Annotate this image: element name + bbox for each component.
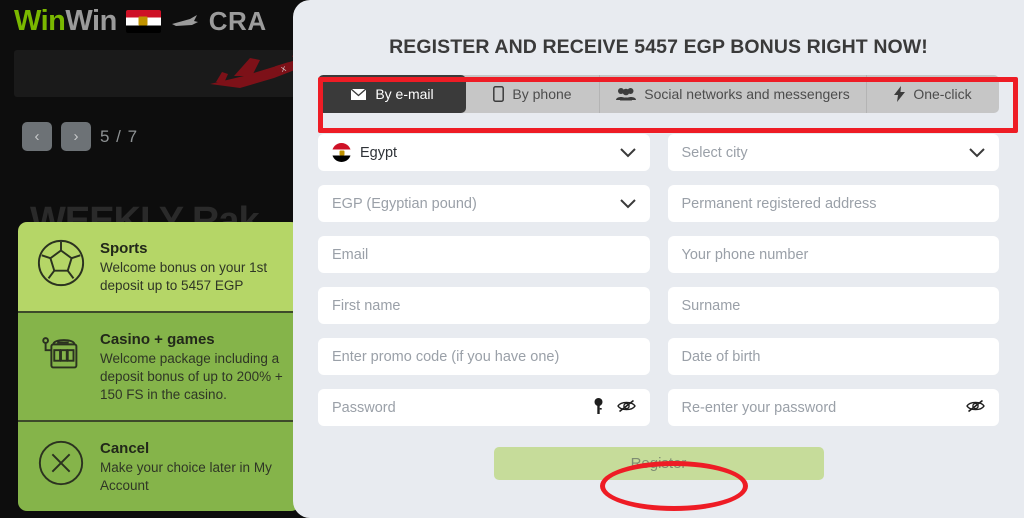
egypt-flag-circle-icon	[332, 143, 351, 162]
tab-list: By e-mail By phone Social networks and m…	[318, 75, 999, 113]
eye-slash-icon[interactable]	[616, 399, 636, 417]
city-placeholder: Select city	[681, 144, 748, 161]
mobile-phone-icon	[493, 86, 505, 102]
country-select[interactable]: Egypt	[318, 134, 650, 171]
password-input[interactable]: Password	[318, 389, 650, 426]
tab-one-click[interactable]: One-click	[867, 75, 999, 113]
lightning-bolt-icon	[894, 86, 906, 102]
password-repeat-placeholder: Re-enter your password	[681, 399, 837, 416]
address-input[interactable]: Permanent registered address	[667, 185, 999, 222]
phone-input[interactable]: Your phone number	[667, 236, 999, 273]
date-of-birth-input[interactable]: Date of birth	[667, 338, 999, 375]
egypt-flag-icon	[125, 9, 161, 33]
tab-label: Social networks and messengers	[644, 86, 850, 102]
tab-by-email[interactable]: By e-mail	[318, 75, 466, 113]
email-placeholder: Email	[332, 246, 369, 263]
bonus-card-title: Cancel	[100, 439, 150, 457]
surname-input[interactable]: Surname	[667, 287, 999, 324]
eagle-emblem-icon	[138, 16, 148, 26]
carousel-pager: ‹ › 5 / 7	[22, 122, 138, 151]
bonus-card-desc: Welcome package including a deposit bonu…	[100, 350, 283, 402]
bonus-card-casino[interactable]: Casino + games Welcome package including…	[18, 310, 300, 420]
bonus-card-sports[interactable]: Sports Welcome bonus on your 1st deposit…	[18, 222, 300, 311]
bonus-card-list: Sports Welcome bonus on your 1st deposit…	[18, 222, 300, 511]
tab-label: By e-mail	[375, 86, 434, 102]
carousel-prev-button[interactable]: ‹	[22, 122, 52, 151]
register-button[interactable]: Register	[493, 447, 824, 480]
eye-slash-icon[interactable]	[966, 399, 985, 417]
tab-by-phone[interactable]: By phone	[466, 75, 600, 113]
tab-social-networks[interactable]: Social networks and messengers	[600, 75, 867, 113]
email-input[interactable]: Email	[318, 236, 650, 273]
bonus-card-body: Sports Welcome bonus on your 1st deposit…	[100, 238, 284, 295]
chevron-down-icon	[969, 147, 985, 158]
phone-placeholder: Your phone number	[681, 246, 809, 263]
tab-label: By phone	[512, 86, 572, 102]
password-repeat-field-icons	[966, 399, 985, 417]
registration-method-tabs: By e-mail By phone Social networks and m…	[318, 75, 999, 113]
registration-modal: REGISTER AND RECEIVE 5457 EGP BONUS RIGH…	[293, 0, 1024, 518]
screen: WinWin CRA X ‹ › 5 / 7 WEEKLY Rak Sports…	[0, 0, 1024, 518]
logo-win-gray: Win	[65, 4, 117, 37]
surname-placeholder: Surname	[681, 297, 741, 314]
logo-win-green: Win	[14, 4, 66, 37]
bonus-card-title: Sports	[100, 240, 148, 257]
soccer-ball-icon	[37, 239, 85, 287]
first-name-placeholder: First name	[332, 297, 401, 314]
carousel-page-count: 5 / 7	[100, 126, 139, 146]
password-field-icons	[594, 397, 636, 418]
people-group-icon	[616, 87, 637, 101]
key-icon[interactable]	[594, 397, 603, 418]
chevron-down-icon	[619, 198, 636, 209]
plane-icon	[171, 15, 198, 26]
site-logo[interactable]: WinWin	[14, 4, 117, 37]
chevron-down-icon	[619, 147, 636, 158]
city-select[interactable]: Select city	[667, 134, 999, 171]
date-of-birth-placeholder: Date of birth	[681, 348, 761, 365]
bonus-card-desc: Welcome bonus on your 1st deposit up to …	[100, 260, 268, 293]
bonus-card-title: Casino + games	[100, 330, 215, 348]
cancel-circle-icon	[38, 440, 84, 485]
register-row: Register	[318, 447, 999, 480]
password-repeat-input[interactable]: Re-enter your password	[667, 389, 999, 426]
password-placeholder: Password	[332, 399, 396, 416]
registration-form: Egypt Select city EGP (Egyptian pound) P…	[318, 134, 999, 426]
currency-select[interactable]: EGP (Egyptian pound)	[318, 185, 650, 222]
promo-code-placeholder: Enter promo code (if you have one)	[332, 348, 560, 365]
first-name-input[interactable]: First name	[318, 287, 650, 324]
currency-value: EGP (Egyptian pound)	[332, 195, 477, 212]
bonus-card-cancel[interactable]: Cancel Make your choice later in My Acco…	[18, 419, 300, 511]
tab-label: One-click	[913, 86, 972, 102]
address-placeholder: Permanent registered address	[681, 195, 877, 212]
promo-code-input[interactable]: Enter promo code (if you have one)	[318, 338, 650, 375]
crash-game-label: CRA	[208, 5, 267, 36]
bonus-card-desc: Make your choice later in My Account	[100, 459, 272, 493]
bonus-card-body: Cancel Make your choice later in My Acco…	[100, 438, 284, 495]
carousel-next-button[interactable]: ›	[61, 122, 91, 151]
bonus-card-body: Casino + games Welcome package including…	[100, 329, 284, 404]
page-title: REGISTER AND RECEIVE 5457 EGP BONUS RIGH…	[389, 36, 928, 58]
slot-machine-icon	[42, 337, 78, 369]
country-value: Egypt	[360, 144, 398, 161]
envelope-icon	[350, 87, 368, 101]
